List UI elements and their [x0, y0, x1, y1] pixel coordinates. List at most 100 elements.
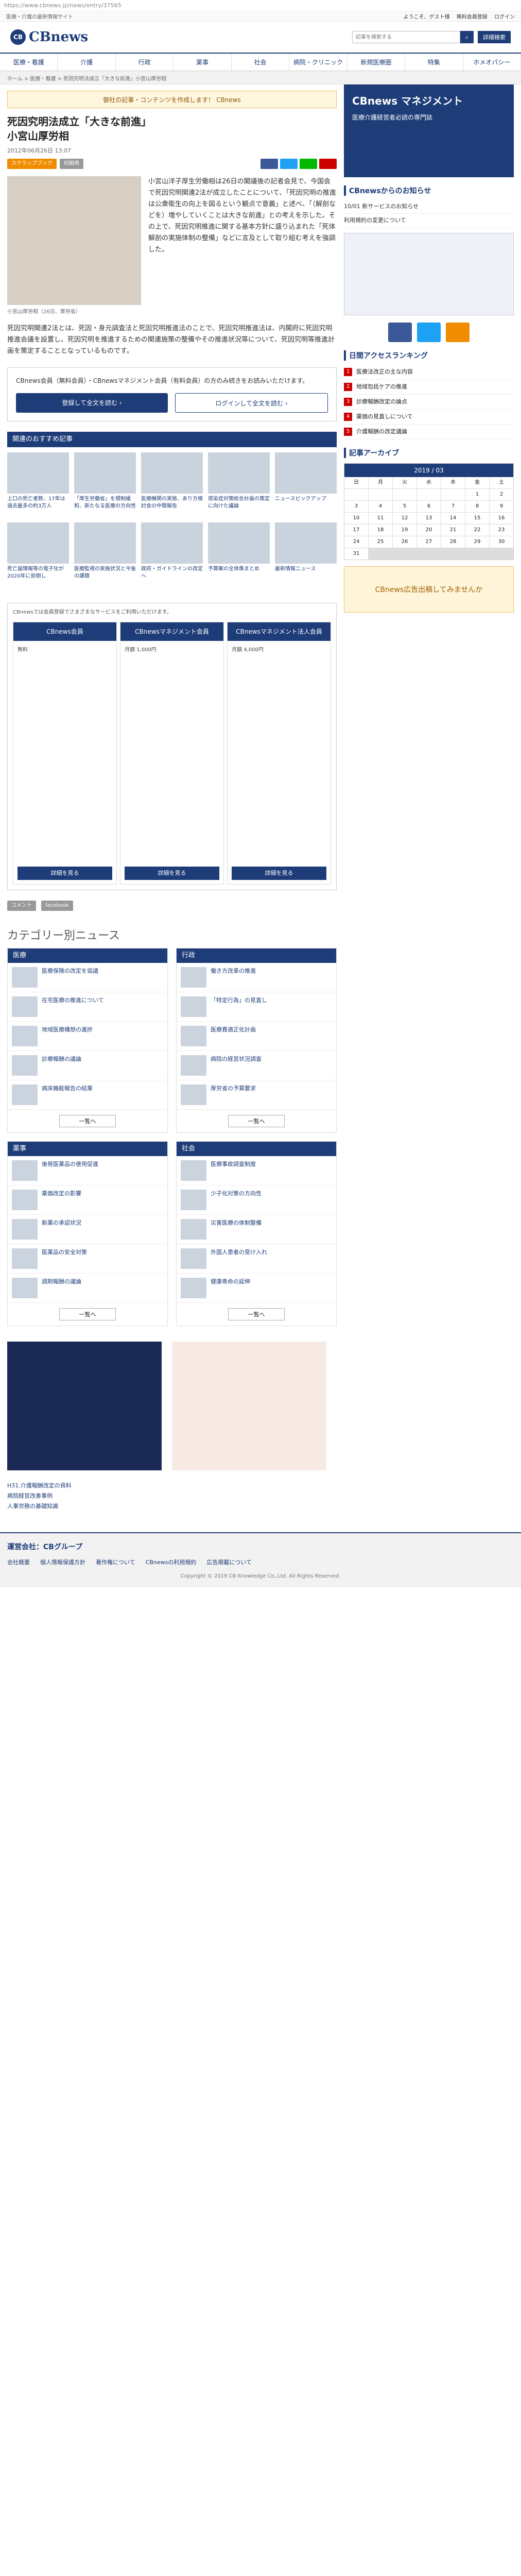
search-button[interactable]: ⌕ [460, 31, 474, 43]
calendar-day[interactable]: 9 [490, 501, 513, 512]
calendar-day[interactable]: 23 [490, 524, 513, 536]
category-item[interactable]: 外国人患者の受け入れ [177, 1244, 336, 1274]
print-button[interactable]: 印刷用 [60, 159, 83, 169]
calendar-day[interactable]: 10 [344, 513, 368, 524]
calendar-day[interactable]: 26 [393, 536, 416, 548]
sidebar-ad[interactable]: CBnews広告出稿してみませんか [344, 566, 514, 613]
ad-banner[interactable] [172, 1342, 326, 1470]
category-item[interactable]: 病床機能報告の結果 [8, 1080, 167, 1110]
share-button[interactable] [300, 159, 317, 169]
footer-link[interactable]: 病院経営改善事例 [7, 1491, 337, 1501]
plan-button[interactable]: 詳細を見る [125, 867, 219, 880]
nav-item[interactable]: 新規医療圏 [348, 54, 406, 71]
calendar-day[interactable]: 11 [369, 513, 392, 524]
category-item[interactable]: 医薬品の安全対策 [8, 1244, 167, 1274]
footer-nav-link[interactable]: 個人情報保護方針 [40, 1558, 85, 1566]
category-item[interactable]: 調剤報酬の議論 [8, 1274, 167, 1303]
category-more-button[interactable]: 一覧へ [59, 1308, 116, 1320]
calendar-day[interactable]: 12 [393, 513, 416, 524]
notice-item[interactable]: 10/01 新サービスのお知らせ [344, 200, 514, 214]
footer-link[interactable]: H31.介護報酬改定の資料 [7, 1481, 337, 1491]
ad-banner[interactable] [7, 1342, 162, 1470]
facebook-button[interactable]: facebook [41, 901, 73, 911]
category-more-button[interactable]: 一覧へ [228, 1308, 285, 1320]
calendar-day[interactable]: 20 [417, 524, 441, 536]
calendar-day[interactable]: 1 [465, 489, 489, 500]
calendar-day[interactable]: 21 [441, 524, 465, 536]
category-item[interactable]: 地域医療構想の進捗 [8, 1022, 167, 1051]
category-item[interactable]: 働き方改革の推進 [177, 963, 336, 992]
footer-nav-link[interactable]: 著作権について [96, 1558, 135, 1566]
share-button[interactable] [319, 159, 337, 169]
browser-url[interactable]: https://www.cbnews.jp/news/entry/37565 [0, 0, 521, 11]
footer-nav-link[interactable]: 広告掲載について [206, 1558, 252, 1566]
calendar-day[interactable]: 31 [344, 548, 368, 560]
nav-item[interactable]: 病院・クリニック [289, 54, 348, 71]
ranking-item[interactable]: 3 診療報酬改定の論点 [344, 395, 514, 410]
related-item[interactable]: 最新情報ニュース [275, 522, 337, 587]
category-more-button[interactable]: 一覧へ [228, 1115, 285, 1127]
nav-item[interactable]: ホメオパシー [463, 54, 521, 71]
nav-item[interactable]: 社会 [232, 54, 290, 71]
share-button[interactable] [280, 159, 298, 169]
calendar-day[interactable]: 17 [344, 524, 368, 536]
calendar-day[interactable]: 29 [465, 536, 489, 548]
rss-icon[interactable] [446, 323, 470, 342]
footer-link[interactable]: 人事労務の基礎知識 [7, 1501, 337, 1512]
calendar-day[interactable]: 28 [441, 536, 465, 548]
category-item[interactable]: 健康寿命の延伸 [177, 1274, 336, 1303]
top-link[interactable]: ようこそ、ゲスト様 [404, 14, 450, 20]
scrapbook-button[interactable]: スクラップブック [7, 159, 57, 169]
related-item[interactable]: 死亡届情報等の電子化が2020年に前倒し [7, 522, 69, 587]
calendar-day[interactable]: 22 [465, 524, 489, 536]
top-link[interactable]: 無料会員登録 [457, 14, 488, 20]
calendar-day[interactable]: 14 [441, 513, 465, 524]
ranking-item[interactable]: 5 介護報酬の改定議論 [344, 425, 514, 439]
calendar-day[interactable]: 30 [490, 536, 513, 548]
footer-nav-link[interactable]: 会社概要 [7, 1558, 30, 1566]
nav-item[interactable]: 薬事 [173, 54, 232, 71]
calendar-day[interactable]: 8 [465, 501, 489, 512]
calendar-day[interactable]: 15 [465, 513, 489, 524]
calendar-day[interactable]: 3 [344, 501, 368, 512]
register-button[interactable]: 登録して全文を読む › [16, 393, 168, 413]
login-button[interactable]: ログインして全文を読む › [175, 393, 328, 413]
facebook-icon[interactable] [388, 323, 412, 342]
related-item[interactable]: 予算案の全体像まとめ [208, 522, 270, 587]
nav-item[interactable]: 医療・看護 [0, 54, 58, 71]
category-item[interactable]: 少子化対策の方向性 [177, 1185, 336, 1215]
notice-item[interactable]: 利用規約の変更について [344, 214, 514, 228]
share-button[interactable] [260, 159, 278, 169]
calendar-day[interactable]: 19 [393, 524, 416, 536]
category-item[interactable]: 厚労省の予算要求 [177, 1080, 336, 1110]
calendar-day[interactable]: 2 [490, 489, 513, 500]
calendar-day[interactable]: 24 [344, 536, 368, 548]
footer-nav-link[interactable]: CBnewsの利用規約 [146, 1558, 197, 1566]
category-item[interactable]: 医療保険の改定を協議 [8, 963, 167, 992]
calendar-day[interactable]: 5 [393, 501, 416, 512]
related-item[interactable]: 医療監視の実施状況と今後の課題 [74, 522, 136, 587]
sidebar-ad[interactable]: CBnews マネジメント 医療介護経営者必読の専門誌 [344, 84, 514, 177]
search-input[interactable] [352, 31, 460, 43]
category-item[interactable]: 「特定行為」の見直し [177, 992, 336, 1022]
category-item[interactable]: 在宅医療の推進について [8, 992, 167, 1022]
plan-button[interactable]: 詳細を見る [232, 867, 326, 880]
calendar-day[interactable]: 13 [417, 513, 441, 524]
comment-button[interactable]: コメント [7, 901, 36, 911]
calendar-day[interactable]: 4 [369, 501, 392, 512]
related-item[interactable]: 「厚生労働省」を規制緩和、新たなる医療の方向性 [74, 452, 136, 517]
category-item[interactable]: 診療報酬の議論 [8, 1051, 167, 1080]
category-item[interactable]: 後発医薬品の使用促進 [8, 1156, 167, 1185]
related-item[interactable]: 上口の死亡者数、17年は過去最多の約3万人 [7, 452, 69, 517]
calendar-day[interactable]: 16 [490, 513, 513, 524]
category-item[interactable]: 医療事故調査制度 [177, 1156, 336, 1185]
related-item[interactable]: 政府・ガイドラインの改定へ [141, 522, 203, 587]
plan-button[interactable]: 詳細を見る [18, 867, 112, 880]
category-item[interactable]: 災害医療の体制整備 [177, 1215, 336, 1244]
advanced-search-button[interactable]: 詳細検索 [478, 31, 511, 43]
category-item[interactable]: 薬価改定の影響 [8, 1185, 167, 1215]
calendar-day[interactable]: 27 [417, 536, 441, 548]
twitter-icon[interactable] [417, 323, 441, 342]
calendar-day[interactable]: 18 [369, 524, 392, 536]
ranking-item[interactable]: 4 薬価の見直しについて [344, 410, 514, 425]
